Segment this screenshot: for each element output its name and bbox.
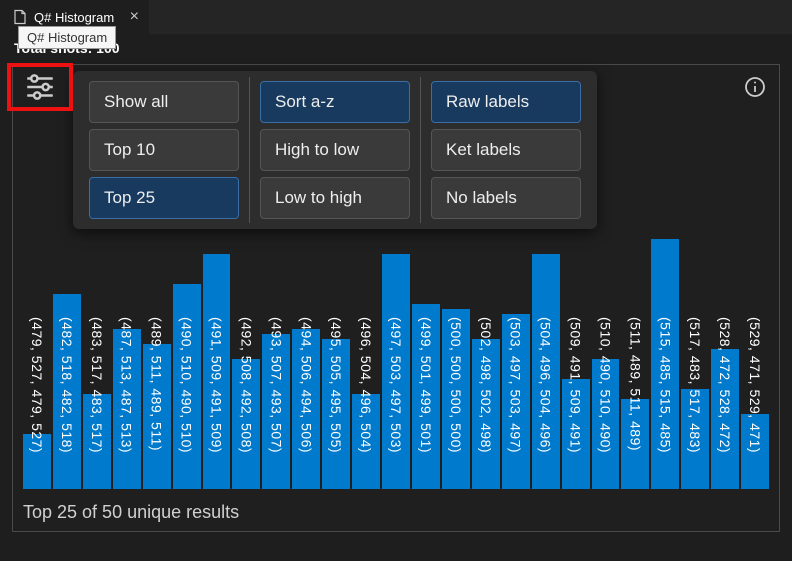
bar[interactable] (173, 284, 201, 489)
sort-option-2[interactable]: Low to high (260, 177, 410, 219)
bar-col: (503, 497, 503, 497) (502, 239, 530, 489)
bar-col: (504, 496, 504, 496) (532, 239, 560, 489)
bar[interactable] (83, 394, 111, 489)
bar-col: (483, 517, 483, 517) (83, 239, 111, 489)
sort-option-1[interactable]: High to low (260, 129, 410, 171)
bar[interactable] (472, 339, 500, 489)
bar-col: (509, 491, 509, 491) (562, 239, 590, 489)
options-panel: Show all Top 10 Top 25 Sort a-z High to low… (73, 71, 597, 229)
bar[interactable] (502, 314, 530, 489)
bar[interactable] (651, 239, 679, 489)
filter-option-0[interactable]: Show all (89, 81, 239, 123)
bar[interactable] (382, 254, 410, 489)
settings-highlight (7, 63, 73, 111)
bar-col: (496, 504, 496, 504) (352, 239, 380, 489)
tab-bar: Q# Histogram × (0, 0, 792, 34)
bar[interactable] (292, 329, 320, 489)
sort-column: Sort a-z High to low Low to high (249, 77, 420, 223)
bar-col: (511, 489, 511, 489) (621, 239, 649, 489)
filter-option-1[interactable]: Top 10 (89, 129, 239, 171)
bar-col: (495, 505, 495, 505) (322, 239, 350, 489)
bar-col: (517, 483, 517, 483) (681, 239, 709, 489)
bar-label: (479, 527, 479, 527) (29, 317, 45, 453)
bar-col: (487, 513, 487, 513) (113, 239, 141, 489)
bar[interactable] (113, 329, 141, 489)
bar[interactable] (262, 334, 290, 489)
close-icon[interactable]: × (130, 8, 139, 26)
bar-col: (510, 490, 510, 490) (592, 239, 620, 489)
bar-col: (490, 510, 490, 510) (173, 239, 201, 489)
bar[interactable] (532, 254, 560, 489)
info-button[interactable] (741, 73, 769, 101)
bar[interactable] (232, 359, 260, 489)
filter-option-2[interactable]: Top 25 (89, 177, 239, 219)
file-icon (12, 9, 28, 25)
labels-option-1[interactable]: Ket labels (431, 129, 581, 171)
bar[interactable] (352, 394, 380, 489)
bar-col: (482, 518, 482, 518) (53, 239, 81, 489)
bar-col: (497, 503, 497, 503) (382, 239, 410, 489)
bar-col: (529, 471, 529, 471) (741, 239, 769, 489)
bar[interactable] (412, 304, 440, 489)
bar[interactable] (203, 254, 231, 489)
settings-button[interactable] (20, 67, 60, 107)
labels-option-2[interactable]: No labels (431, 177, 581, 219)
bar[interactable] (322, 339, 350, 489)
bar-col: (528, 472, 528, 472) (711, 239, 739, 489)
bar-col: (494, 506, 494, 506) (292, 239, 320, 489)
bar[interactable] (442, 309, 470, 489)
bar[interactable] (711, 349, 739, 489)
total-shots-label: Total shots: 100 (0, 34, 792, 60)
bar-col: (500, 500, 500, 500) (442, 239, 470, 489)
bar[interactable] (621, 399, 649, 489)
bar-col: (479, 527, 479, 527) (23, 239, 51, 489)
bar[interactable] (143, 344, 171, 489)
labels-option-0[interactable]: Raw labels (431, 81, 581, 123)
bar[interactable] (23, 434, 51, 489)
bar-col: (493, 507, 493, 507) (262, 239, 290, 489)
bars-area: (479, 527, 479, 527) (482, 518, 482, 518)… (23, 239, 769, 489)
bar-col: (515, 485, 515, 485) (651, 239, 679, 489)
tab-title: Q# Histogram (34, 10, 114, 25)
bar-col: (489, 511, 489, 511) (143, 239, 171, 489)
bar[interactable] (53, 294, 81, 489)
footer-summary: Top 25 of 50 unique results (23, 502, 239, 523)
bar[interactable] (592, 359, 620, 489)
filter-column: Show all Top 10 Top 25 (79, 77, 249, 223)
bar-col: (492, 508, 492, 508) (232, 239, 260, 489)
bar[interactable] (741, 414, 769, 489)
bar-col: (491, 509, 491, 509) (203, 239, 231, 489)
tooltip: Q# Histogram (18, 26, 116, 49)
bar[interactable] (681, 389, 709, 489)
bar-col: (499, 501, 499, 501) (412, 239, 440, 489)
bar-col: (502, 498, 502, 498) (472, 239, 500, 489)
histogram-panel: Show all Top 10 Top 25 Sort a-z High to low… (12, 64, 780, 532)
labels-column: Raw labels Ket labels No labels (420, 77, 591, 223)
sort-option-0[interactable]: Sort a-z (260, 81, 410, 123)
bar[interactable] (562, 379, 590, 489)
